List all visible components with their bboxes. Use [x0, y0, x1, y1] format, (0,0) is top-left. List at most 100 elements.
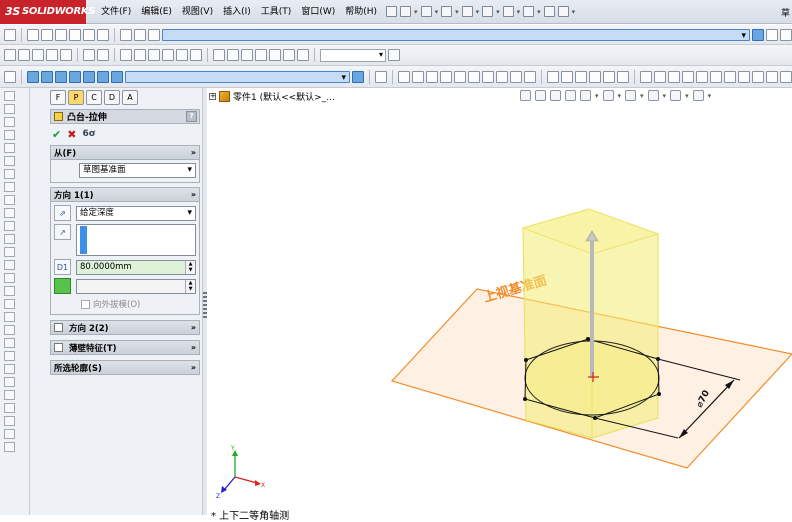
- sketch-tool-8-icon[interactable]: [496, 70, 508, 83]
- rectangle-tool-icon[interactable]: [4, 104, 15, 114]
- draft-angle-input[interactable]: ▲ ▼: [76, 278, 196, 294]
- sketch-tool-4-icon[interactable]: [440, 70, 452, 83]
- thin-feature-section[interactable]: 薄壁特征(T) »: [50, 340, 200, 355]
- centerline-tool-icon[interactable]: [4, 338, 15, 348]
- appearance-icon[interactable]: [780, 28, 792, 41]
- line-tool-icon[interactable]: [4, 91, 15, 101]
- save-icon[interactable]: [441, 6, 453, 17]
- line-style-icon[interactable]: [148, 49, 160, 61]
- copy-tool-icon[interactable]: [4, 299, 15, 309]
- back-view-icon[interactable]: [41, 70, 53, 83]
- collapse-icon[interactable]: »: [191, 148, 196, 157]
- macro-stop-icon[interactable]: [227, 49, 239, 61]
- normal-to-icon[interactable]: [4, 70, 16, 83]
- top-view-icon[interactable]: [83, 70, 95, 83]
- roll-icon[interactable]: [97, 28, 109, 41]
- hidden-removed-icon[interactable]: [148, 28, 160, 41]
- pointer-icon[interactable]: [83, 49, 95, 61]
- direction-vector-icon[interactable]: ↗: [54, 224, 71, 240]
- graphics-area[interactable]: + 零件1 (默认<<默认>_... ▾ ▾ ▾ ▾ ▾ ▾ 上视基准面 ⌀70…: [207, 88, 792, 522]
- depth-spinner[interactable]: ▲ ▼: [185, 260, 195, 274]
- feature-tool-9-icon[interactable]: [752, 70, 764, 83]
- end-condition-select[interactable]: 给定深度: [76, 205, 196, 221]
- direction2-checkbox[interactable]: [54, 323, 63, 332]
- front-view-icon[interactable]: [27, 70, 39, 83]
- polygon-tool-icon[interactable]: [4, 143, 15, 153]
- ref-geom-5-icon[interactable]: [603, 70, 615, 83]
- smart-dimension-icon[interactable]: [4, 28, 16, 41]
- depth-input[interactable]: 80.0000mm ▲ ▼: [76, 259, 196, 275]
- checkbox-box[interactable]: [81, 299, 90, 309]
- draft-outward-checkbox[interactable]: 向外拔模(O): [81, 298, 196, 310]
- sketch-picture-icon[interactable]: [4, 442, 15, 452]
- rotate-tool-icon[interactable]: [4, 273, 15, 283]
- spline-tool-icon[interactable]: [4, 156, 15, 166]
- expand-icon[interactable]: »: [191, 363, 196, 372]
- start-condition-select[interactable]: 草图基准面: [79, 163, 196, 178]
- shaded-edges-icon[interactable]: [162, 28, 750, 43]
- pin-icon[interactable]: [386, 6, 398, 17]
- color-icon[interactable]: [134, 49, 146, 61]
- macro-new-icon[interactable]: [255, 49, 267, 61]
- expand-icon[interactable]: »: [191, 323, 196, 332]
- ok-button[interactable]: ✔: [52, 128, 61, 141]
- solidworks-logo[interactable]: 3S SOLIDWORKS: [0, 0, 96, 24]
- layer-icon[interactable]: [120, 49, 132, 61]
- macro-run-icon[interactable]: [213, 49, 225, 61]
- zoom-area-icon[interactable]: [41, 28, 53, 41]
- redo-icon[interactable]: [523, 6, 535, 17]
- sketch-tool-5-icon[interactable]: [454, 70, 466, 83]
- macro-record-icon[interactable]: [241, 49, 253, 61]
- open-file-icon[interactable]: [18, 49, 30, 61]
- dimetric-view-icon[interactable]: [352, 70, 364, 83]
- expand-icon[interactable]: »: [191, 343, 196, 352]
- new-document-icon[interactable]: [400, 6, 412, 17]
- block-tool-icon[interactable]: [4, 390, 15, 400]
- ref-geom-1-icon[interactable]: [547, 70, 559, 83]
- section-view-icon[interactable]: [766, 28, 778, 41]
- isometric-view-icon[interactable]: [111, 70, 123, 83]
- new-icon[interactable]: [4, 49, 16, 61]
- feature-tool-1-icon[interactable]: [640, 70, 652, 83]
- macro-options-icon[interactable]: [297, 49, 309, 61]
- trim-tool-icon[interactable]: [4, 221, 15, 231]
- menu-insert[interactable]: 插入(I): [218, 0, 256, 24]
- direction1-section-header[interactable]: 方向 1(1) »: [51, 188, 199, 202]
- feature-tool-10-icon[interactable]: [766, 70, 778, 83]
- dimxpert-tab[interactable]: D: [104, 90, 120, 105]
- view-selector-icon[interactable]: [375, 70, 387, 83]
- direction2-section[interactable]: 方向 2(2) »: [50, 320, 200, 335]
- bottom-view-icon[interactable]: [97, 70, 109, 83]
- zoom-fit-icon[interactable]: [27, 28, 39, 41]
- extend-tool-icon[interactable]: [4, 234, 15, 244]
- text-tool-icon[interactable]: [4, 351, 15, 361]
- feature-tool-7-icon[interactable]: [724, 70, 736, 83]
- layer-properties-icon[interactable]: [388, 49, 400, 61]
- pattern-tool-icon[interactable]: [4, 312, 15, 322]
- scale-tool-icon[interactable]: [4, 286, 15, 296]
- options-icon[interactable]: [557, 6, 569, 17]
- hidden-lines-icon[interactable]: [134, 28, 146, 41]
- selected-contours-section[interactable]: 所选轮廓(S) »: [50, 360, 200, 375]
- open-icon[interactable]: [420, 6, 432, 17]
- ref-geom-4-icon[interactable]: [589, 70, 601, 83]
- rebuild-icon[interactable]: [543, 6, 555, 17]
- feature-tool-11-icon[interactable]: [780, 70, 792, 83]
- feature-tool-2-icon[interactable]: [654, 70, 666, 83]
- configuration-manager-tab[interactable]: C: [86, 90, 102, 105]
- undo-file-icon[interactable]: [60, 49, 72, 61]
- save-file-icon[interactable]: [32, 49, 44, 61]
- print-file-icon[interactable]: [46, 49, 58, 61]
- point-tool-icon[interactable]: [4, 325, 15, 335]
- help-icon[interactable]: ?: [186, 111, 197, 122]
- model-canvas[interactable]: 上视基准面 ⌀70 Y X Z: [207, 88, 792, 515]
- menu-edit[interactable]: 编辑(E): [136, 0, 177, 24]
- trimetric-view-icon[interactable]: [125, 70, 350, 85]
- arc-tool-icon[interactable]: [4, 130, 15, 140]
- right-view-icon[interactable]: [69, 70, 81, 83]
- property-manager-tab[interactable]: P: [68, 90, 84, 105]
- feature-tool-8-icon[interactable]: [738, 70, 750, 83]
- repair-tool-icon[interactable]: [4, 377, 15, 387]
- chamfer-tool-icon[interactable]: [4, 195, 15, 205]
- move-tool-icon[interactable]: [4, 260, 15, 270]
